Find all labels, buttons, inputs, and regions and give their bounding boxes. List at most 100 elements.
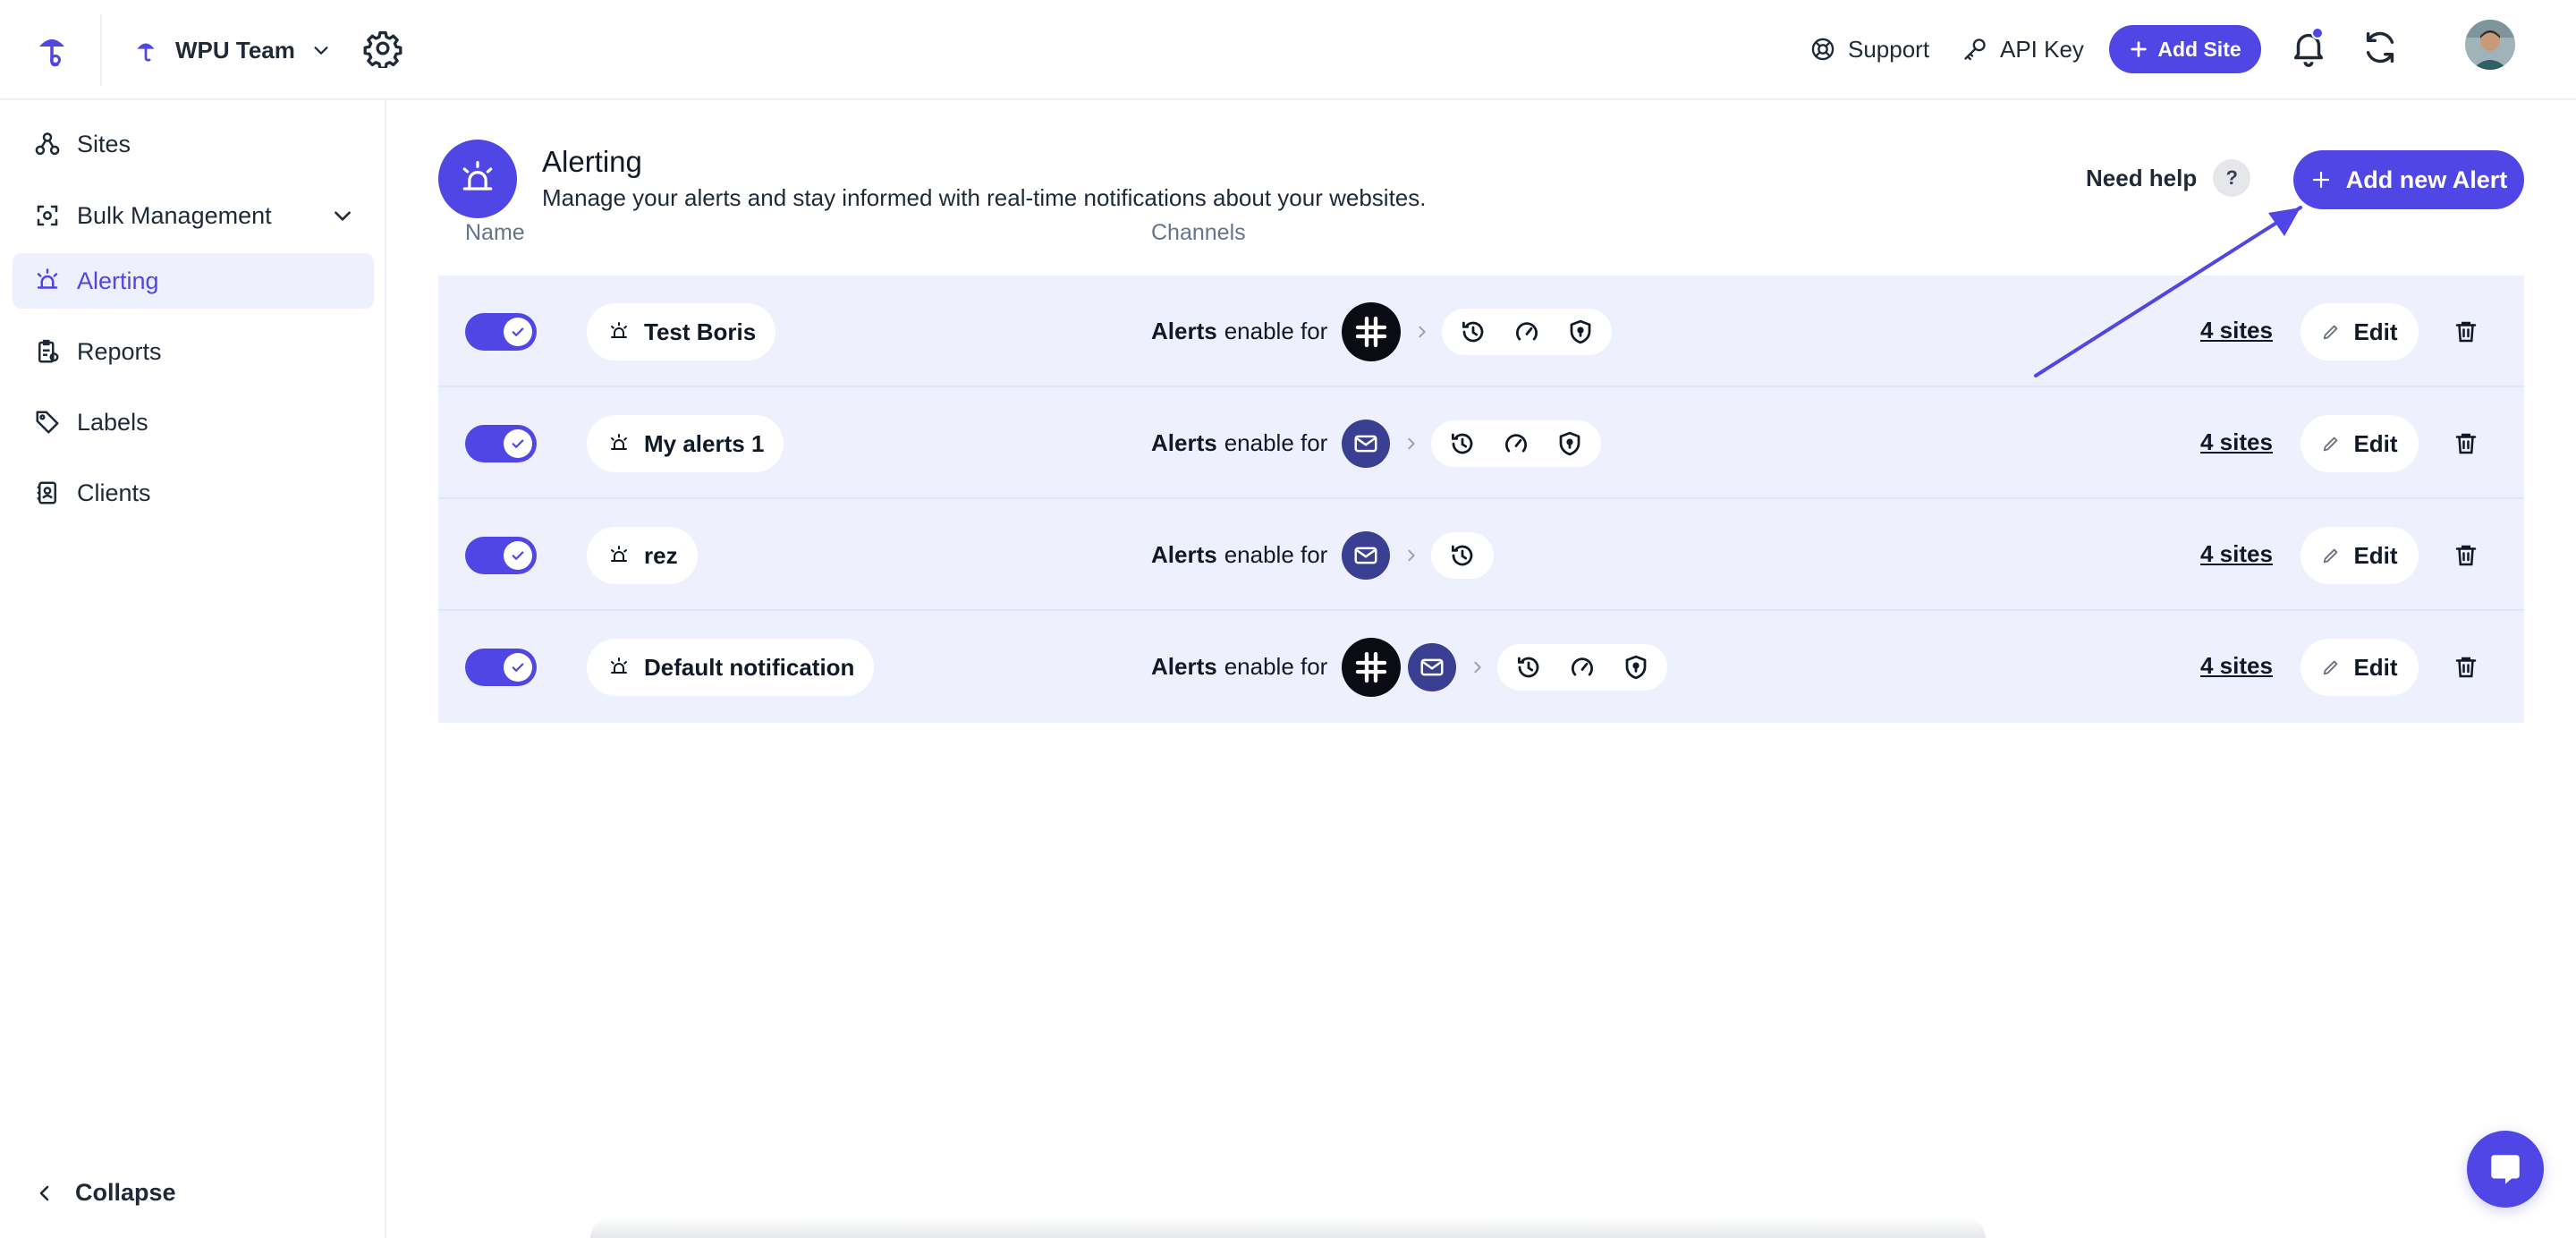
sites-count-link[interactable]: 4 sites xyxy=(2200,317,2273,344)
app-logo-icon[interactable] xyxy=(32,30,72,70)
edit-label: Edit xyxy=(2353,318,2398,345)
refresh-icon[interactable] xyxy=(2360,27,2401,68)
edit-alert-button[interactable]: Edit xyxy=(2301,527,2419,584)
sidebar: Sites Bulk Management Alerting Reports L… xyxy=(0,100,386,1238)
need-help-link[interactable]: Need help ? xyxy=(2086,159,2251,197)
team-switcher[interactable]: WPU Team xyxy=(132,27,331,73)
chevron-right-icon xyxy=(1470,660,1485,674)
alerts-word: Alerts xyxy=(1151,653,1217,680)
alert-name-pill[interactable]: My alerts 1 xyxy=(587,415,784,472)
sidebar-item-labels[interactable]: Labels xyxy=(13,394,374,450)
enable-for-text: enable for xyxy=(1224,653,1328,680)
alert-types xyxy=(1431,531,1495,579)
alerts-word: Alerts xyxy=(1151,429,1217,456)
alert-enabled-toggle[interactable] xyxy=(465,313,537,351)
edit-label: Edit xyxy=(2353,429,2398,457)
sidebar-item-alerting[interactable]: Alerting xyxy=(13,253,374,309)
team-umbrella-icon xyxy=(132,37,159,64)
api-key-link[interactable]: API Key xyxy=(1962,29,2084,70)
alert-siren-icon xyxy=(608,545,630,566)
alert-types xyxy=(1497,643,1668,691)
sidebar-item-bulk-management[interactable]: Bulk Management xyxy=(13,188,374,243)
email-channel-icon xyxy=(1408,642,1457,691)
chat-bubble-icon xyxy=(2487,1150,2524,1188)
add-site-label: Add Site xyxy=(2157,37,2241,61)
table-row: Default notification Alerts enable for 4… xyxy=(438,611,2524,723)
table-row: Test Boris Alerts enable for 4 sites Edi… xyxy=(438,276,2524,387)
alert-enabled-toggle[interactable] xyxy=(465,425,537,462)
user-avatar[interactable] xyxy=(2465,20,2515,70)
history-icon xyxy=(1449,542,1476,569)
alert-siren-icon xyxy=(34,267,61,294)
pencil-icon xyxy=(2321,657,2341,677)
chat-support-button[interactable] xyxy=(2467,1131,2544,1208)
column-header-channels: Channels xyxy=(1151,220,1246,245)
lifebuoy-icon xyxy=(1810,37,1835,62)
alert-name-pill[interactable]: rez xyxy=(587,527,698,584)
edit-alert-button[interactable]: Edit xyxy=(2301,639,2419,696)
chevron-right-icon xyxy=(1404,548,1419,563)
alerts-word: Alerts xyxy=(1151,541,1217,568)
alert-types xyxy=(1442,308,1613,355)
contacts-icon xyxy=(34,479,61,506)
enable-for-text: enable for xyxy=(1224,541,1328,568)
collapse-sidebar-button[interactable]: Collapse xyxy=(34,1179,176,1207)
column-header-name: Name xyxy=(465,220,525,245)
delete-trash-icon[interactable] xyxy=(2453,430,2479,457)
alert-enabled-toggle[interactable] xyxy=(465,537,537,574)
edit-alert-button[interactable]: Edit xyxy=(2301,415,2419,472)
edit-label: Edit xyxy=(2353,653,2398,681)
support-label: Support xyxy=(1848,35,1930,63)
alert-siren-icon xyxy=(608,433,630,454)
alert-siren-icon xyxy=(608,657,630,678)
sidebar-item-reports[interactable]: Reports xyxy=(13,324,374,379)
api-key-label: API Key xyxy=(2000,35,2084,63)
alerts-table: Test Boris Alerts enable for 4 sites Edi… xyxy=(438,276,2524,723)
help-question-icon: ? xyxy=(2213,159,2251,197)
edit-alert-button[interactable]: Edit xyxy=(2301,303,2419,360)
chevron-right-icon xyxy=(1404,437,1419,451)
sites-icon xyxy=(34,131,61,157)
alert-name-pill[interactable]: Default notification xyxy=(587,639,875,696)
sites-count-link[interactable]: 4 sites xyxy=(2200,540,2273,568)
pencil-icon xyxy=(2321,434,2341,454)
support-link[interactable]: Support xyxy=(1810,29,1929,70)
alert-enabled-toggle[interactable] xyxy=(465,649,537,686)
alert-channels: Alerts enable for xyxy=(1151,387,1602,499)
settings-gear-icon[interactable] xyxy=(363,29,402,68)
tag-icon xyxy=(34,409,61,436)
alerts-word: Alerts xyxy=(1151,318,1217,344)
delete-trash-icon[interactable] xyxy=(2453,542,2479,569)
delete-trash-icon[interactable] xyxy=(2453,318,2479,345)
performance-gauge-icon xyxy=(1569,654,1596,681)
sites-count-link[interactable]: 4 sites xyxy=(2200,428,2273,456)
collapse-label: Collapse xyxy=(75,1179,176,1206)
delete-trash-icon[interactable] xyxy=(2453,654,2479,681)
alert-channels: Alerts enable for xyxy=(1151,611,1668,723)
chevron-down-icon xyxy=(311,40,331,60)
key-icon xyxy=(1962,37,1987,62)
team-name: WPU Team xyxy=(175,36,295,64)
history-icon xyxy=(1449,430,1476,457)
sidebar-item-clients[interactable]: Clients xyxy=(13,465,374,521)
email-channel-icon xyxy=(1342,530,1391,580)
page-subtitle: Manage your alerts and stay informed wit… xyxy=(542,184,1427,211)
top-divider xyxy=(100,14,102,86)
email-channel-icon xyxy=(1342,419,1391,468)
sites-count-link[interactable]: 4 sites xyxy=(2200,652,2273,680)
add-new-alert-button[interactable]: Add new Alert xyxy=(2293,150,2524,209)
slack-channel-icon xyxy=(1342,301,1402,361)
alert-name: My alerts 1 xyxy=(644,429,765,457)
sidebar-item-label: Alerting xyxy=(77,267,159,294)
check-icon xyxy=(504,318,532,346)
alert-channels: Alerts enable for xyxy=(1151,276,1613,387)
alert-name: Test Boris xyxy=(644,318,757,345)
security-shield-icon xyxy=(1567,318,1594,345)
add-site-button[interactable]: Add Site xyxy=(2109,25,2261,73)
alert-channels: Alerts enable for xyxy=(1151,499,1495,611)
notification-badge xyxy=(2311,27,2324,39)
security-shield-icon xyxy=(1623,654,1649,681)
sidebar-item-sites[interactable]: Sites xyxy=(13,116,374,172)
alert-name-pill[interactable]: Test Boris xyxy=(587,303,776,360)
pencil-icon xyxy=(2321,546,2341,565)
